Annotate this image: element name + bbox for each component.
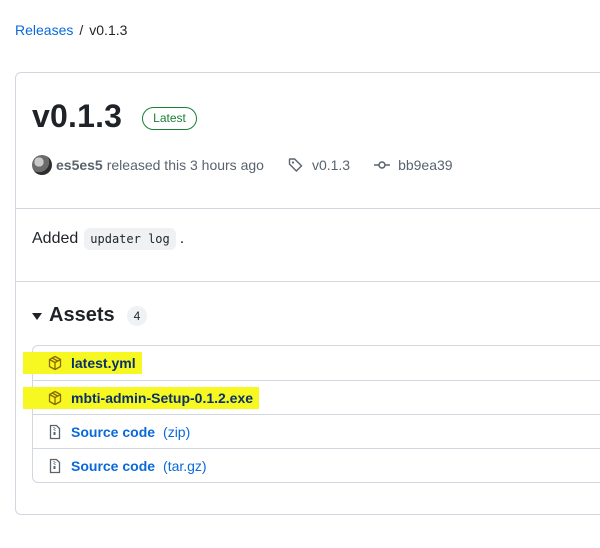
release-title[interactable]: v0.1.3 xyxy=(32,98,122,135)
caret-down-icon xyxy=(32,313,42,320)
assets-toggle[interactable]: Assets 4 xyxy=(32,304,148,327)
asset-link-latest-yml[interactable]: latest.yml xyxy=(71,355,136,371)
release-card: v0.1.3 Latest es5es5 released this 3 hou… xyxy=(15,72,600,515)
commit-icon xyxy=(374,161,391,169)
notes-prefix: Added xyxy=(32,230,79,247)
avatar[interactable] xyxy=(32,155,52,175)
highlight-mark: mbti-admin-Setup-0.1.2.exe xyxy=(23,386,260,409)
release-notes: Added updater log . xyxy=(32,228,184,250)
package-icon xyxy=(48,355,62,371)
file-zip-icon xyxy=(49,424,61,439)
released-time-text: released this 3 hours ago xyxy=(106,157,264,173)
asset-row: Source code (tar.gz) xyxy=(33,448,600,482)
tag-link[interactable]: v0.1.3 xyxy=(288,157,350,173)
package-icon xyxy=(48,390,62,405)
release-meta: es5es5 released this 3 hours ago v0.1.3 … xyxy=(32,155,453,175)
asset-format-label[interactable]: (zip) xyxy=(163,424,190,440)
breadcrumb-current: v0.1.3 xyxy=(89,22,128,38)
divider xyxy=(16,208,600,209)
commit-link[interactable]: bb9ea39 xyxy=(374,157,453,173)
assets-count-badge: 4 xyxy=(126,305,148,326)
asset-link-source-targz[interactable]: Source code xyxy=(71,458,155,474)
asset-link-source-zip[interactable]: Source code xyxy=(71,424,155,440)
commit-label: bb9ea39 xyxy=(398,157,453,173)
release-header: v0.1.3 Latest xyxy=(32,98,197,135)
asset-row: latest.yml xyxy=(23,346,600,380)
breadcrumb-releases-link[interactable]: Releases xyxy=(15,22,73,38)
asset-row: mbti-admin-Setup-0.1.2.exe xyxy=(23,380,600,414)
tag-icon xyxy=(288,158,303,172)
asset-link-setup-exe[interactable]: mbti-admin-Setup-0.1.2.exe xyxy=(71,390,253,406)
tag-label: v0.1.3 xyxy=(311,157,351,173)
latest-badge: Latest xyxy=(142,107,197,130)
divider xyxy=(16,281,600,282)
highlight-mark: latest.yml xyxy=(23,352,142,374)
breadcrumb: Releases / v0.1.3 xyxy=(15,22,127,38)
notes-code: updater log xyxy=(84,228,176,250)
file-zip-icon xyxy=(49,458,61,473)
breadcrumb-separator: / xyxy=(79,22,84,38)
assets-title: Assets xyxy=(49,304,115,326)
asset-row: Source code (zip) xyxy=(33,414,600,448)
notes-suffix: . xyxy=(179,230,185,247)
asset-list: latest.yml mbti-admin-Setup-0.1.2.exe So… xyxy=(23,345,600,483)
author-link[interactable]: es5es5 xyxy=(56,157,103,173)
asset-format-label[interactable]: (tar.gz) xyxy=(163,458,207,474)
